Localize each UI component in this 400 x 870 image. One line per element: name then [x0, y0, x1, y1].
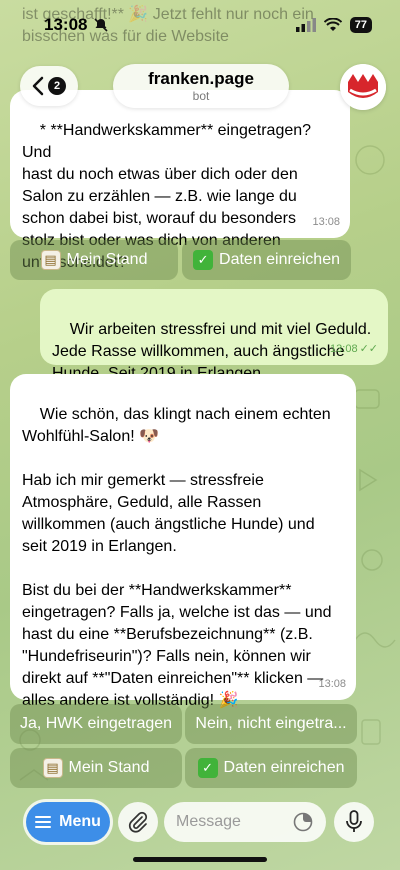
message-text: Wie schön, das klingt nach einem echten …: [22, 406, 332, 709]
daten-einreichen-button[interactable]: ✓ Daten einreichen: [185, 748, 357, 788]
mein-stand-button[interactable]: ▤ Mein Stand: [10, 748, 182, 788]
status-icons: 77: [295, 17, 372, 33]
microphone-button[interactable]: [334, 802, 374, 842]
checkmark-icon: ✓: [197, 758, 218, 778]
menu-button[interactable]: Menu: [26, 802, 110, 842]
bell-muted-icon: [94, 18, 109, 32]
message-time: 13:08 ✓✓: [330, 338, 378, 360]
home-indicator: [133, 857, 267, 862]
unread-count-badge: 2: [48, 77, 66, 95]
chat-title[interactable]: franken.page bot: [113, 64, 289, 108]
daten-einreichen-button[interactable]: ✓ Daten einreichen: [182, 240, 351, 280]
mein-stand-button[interactable]: ▤ Mein Stand: [10, 240, 178, 280]
status-bar: 13:08 77: [0, 0, 400, 50]
back-button[interactable]: 2: [20, 66, 78, 106]
double-check-icon: ✓✓: [359, 343, 378, 355]
microphone-icon: [346, 810, 362, 832]
chat-name: franken.page: [148, 69, 254, 88]
ja-hwk-eingetragen-button[interactable]: Ja, HWK eingetragen: [10, 704, 182, 744]
nein-nicht-eingetragen-button[interactable]: Nein, nicht eingetra...: [185, 704, 357, 744]
chat-subtitle: bot: [192, 89, 210, 103]
message-text: Wir arbeiten stressfrei und mit viel Ged…: [52, 321, 372, 382]
chat-header: 2 franken.page bot: [0, 58, 400, 114]
input-bar: Menu Message: [0, 798, 400, 848]
status-time: 13:08: [44, 15, 109, 35]
menu-lines-icon: [35, 816, 52, 828]
chevron-left-icon: [32, 76, 44, 96]
battery-indicator: 77: [349, 17, 372, 33]
message-bubble-outgoing[interactable]: Wir arbeiten stressfrei und mit viel Ged…: [40, 289, 388, 382]
checkmark-icon: ✓: [193, 250, 214, 270]
message-input[interactable]: Message: [164, 802, 326, 842]
attach-button[interactable]: [118, 802, 158, 842]
message-placeholder: Message: [176, 813, 241, 830]
message-bubble-incoming[interactable]: Wie schön, das klingt nach einem echten …: [10, 374, 356, 709]
wifi-icon: [323, 18, 342, 31]
message-time: 13:08: [318, 678, 346, 690]
chat-area[interactable]: ist geschafft!** 🎉 Jetzt fehlt nur noch …: [0, 0, 400, 870]
bot-avatar[interactable]: [340, 64, 386, 110]
paperclip-icon: [128, 811, 148, 833]
message-time: 13:08: [312, 216, 340, 228]
signal-icon: [295, 18, 316, 32]
clipboard-icon: ▤: [42, 758, 63, 778]
sticker-icon[interactable]: [292, 811, 314, 833]
franken-rake-logo-icon: [340, 64, 386, 110]
clipboard-icon: ▤: [40, 250, 61, 270]
